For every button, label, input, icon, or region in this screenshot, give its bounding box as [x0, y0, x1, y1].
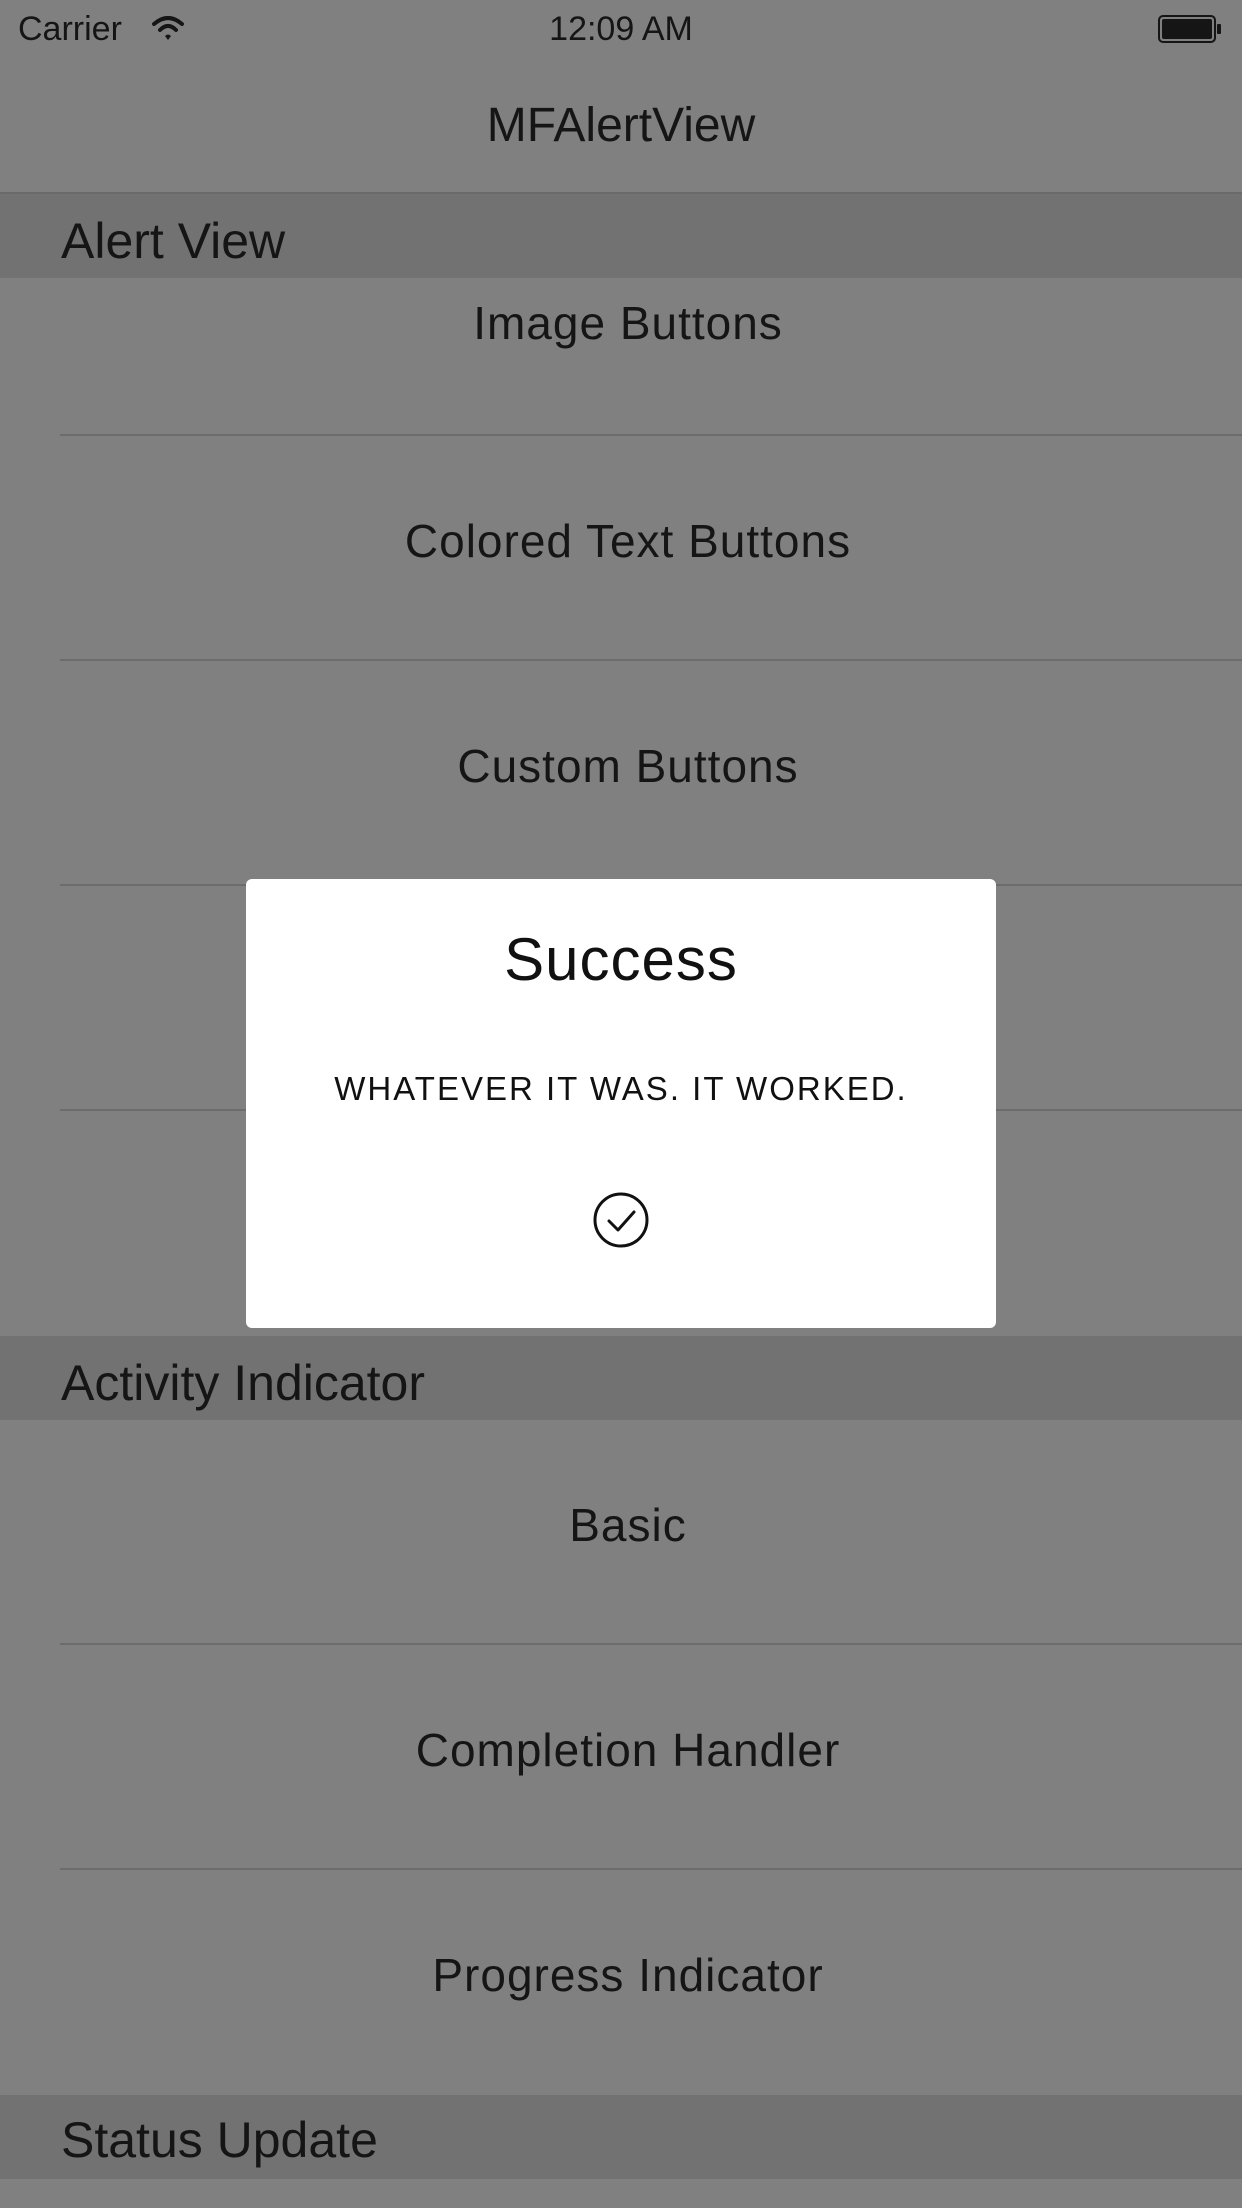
section-header-alert-view: Alert View [0, 194, 1242, 278]
row-label: Basic [569, 1499, 687, 1551]
success-alert[interactable]: Success WHATEVER IT WAS. IT WORKED. [246, 879, 996, 1328]
row-label: Colored Text Buttons [404, 515, 852, 567]
row-label: Image Buttons [473, 297, 783, 349]
row-label: Custom Buttons [457, 740, 799, 792]
status-bar: Carrier 12:09 AM [0, 0, 1242, 62]
table-row-custom-buttons[interactable]: Custom Buttons [0, 661, 1242, 886]
section-header-status-update: Status Update [0, 2095, 1242, 2179]
table-row-basic[interactable]: Basic [0, 1420, 1242, 1645]
battery-icon [1158, 15, 1221, 43]
page-title: MFAlertView [486, 99, 756, 152]
row-label: Completion Handler [415, 1724, 841, 1776]
table-row-progress-indicator[interactable]: Progress Indicator [0, 1870, 1242, 2095]
status-time: 12:09 AM [549, 10, 693, 48]
section-title: Alert View [61, 213, 286, 269]
table-row-image-buttons[interactable]: Image Buttons [0, 278, 1242, 436]
section-header-activity-indicator: Activity Indicator [0, 1336, 1242, 1420]
section-title: Status Update [61, 2112, 378, 2168]
table-row-completion-handler[interactable]: Completion Handler [0, 1645, 1242, 1870]
checkmark-circle-icon[interactable] [592, 1191, 650, 1249]
alert-title: Success [504, 926, 738, 993]
row-label: Progress Indicator [432, 1949, 824, 2001]
section-title: Activity Indicator [61, 1355, 426, 1411]
navigation-bar: MFAlertView [0, 62, 1242, 194]
table-row-colored-text-buttons[interactable]: Colored Text Buttons [0, 436, 1242, 661]
alert-message: WHATEVER IT WAS. IT WORKED. [334, 1070, 908, 1107]
